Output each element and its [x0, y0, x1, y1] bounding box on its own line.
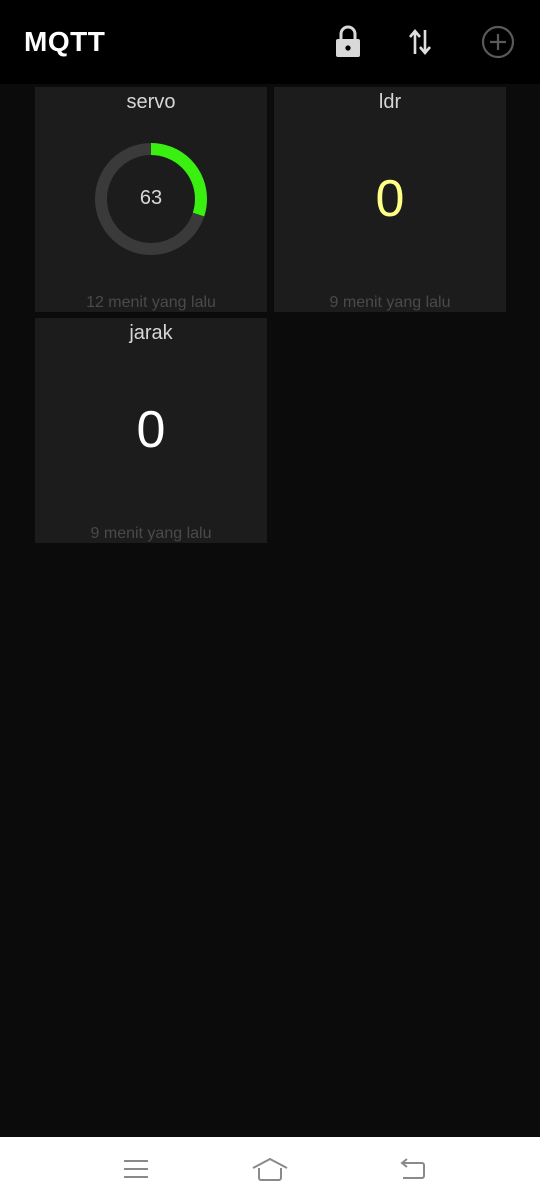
- add-button[interactable]: [478, 22, 518, 62]
- tile-title: ldr: [378, 91, 402, 113]
- sync-button[interactable]: [400, 22, 440, 62]
- tile-title: jarak: [129, 322, 173, 344]
- tile-ldr[interactable]: ldr 0 9 menit yang lalu: [274, 87, 506, 312]
- lock-icon: [336, 25, 360, 57]
- add-circle-icon: [481, 25, 515, 59]
- home-icon: [252, 1157, 288, 1181]
- home-button[interactable]: [250, 1151, 290, 1187]
- tile-jarak[interactable]: jarak 0 9 menit yang lalu: [35, 318, 267, 543]
- arrows-up-down-icon: [409, 28, 431, 56]
- tile-title: servo: [126, 91, 176, 113]
- lock-button[interactable]: [328, 22, 368, 62]
- menu-button[interactable]: [116, 1151, 156, 1187]
- tile-timestamp: 9 menit yang lalu: [329, 294, 451, 311]
- tile-value: 0: [375, 170, 405, 228]
- back-icon: [400, 1158, 425, 1179]
- tile-value: 63: [139, 187, 163, 209]
- tile-servo[interactable]: servo 63 12 menit yang lalu: [35, 87, 267, 312]
- app-bar: MQTT: [0, 0, 540, 84]
- tile-timestamp: 9 menit yang lalu: [90, 525, 212, 542]
- tile-timestamp: 12 menit yang lalu: [86, 294, 216, 311]
- menu-icon: [124, 1160, 148, 1178]
- system-nav-bar: [0, 1137, 540, 1200]
- tile-value: 0: [136, 401, 166, 459]
- app-title: MQTT: [24, 26, 106, 57]
- back-button[interactable]: [392, 1151, 432, 1187]
